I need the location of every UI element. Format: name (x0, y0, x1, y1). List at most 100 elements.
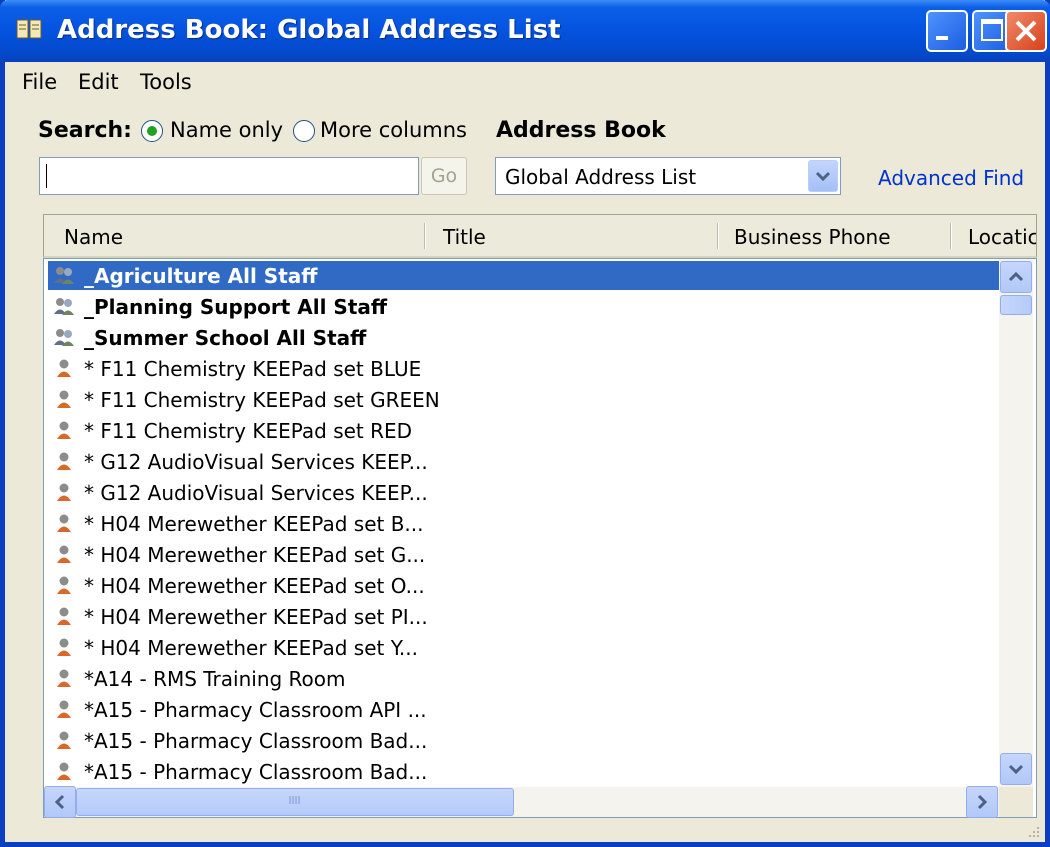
scroll-right-button[interactable] (966, 786, 998, 818)
user-icon (57, 731, 71, 749)
user-icon (57, 607, 71, 625)
group-list-item[interactable]: _Planning Support All Staff (48, 292, 1000, 321)
group-icon (54, 298, 74, 315)
list-item-name: _Planning Support All Staff (84, 295, 388, 319)
list-item-name: * F11 Chemistry KEEPad set GREEN (84, 388, 440, 412)
close-button[interactable] (1005, 10, 1047, 52)
menu-bar: File Edit Tools (5, 62, 1045, 102)
contact-list-item[interactable]: * H04 Merewether KEEPad set PI... (48, 602, 1000, 631)
search-label: Search: (38, 118, 132, 143)
user-icon (57, 762, 71, 780)
horizontal-scrollbar[interactable] (44, 786, 999, 818)
group-list-item[interactable]: _Agriculture All Staff (48, 261, 1000, 290)
column-header: Name Title Business Phone Locatic (43, 214, 1037, 258)
contact-list-item[interactable]: *A15 - Pharmacy Classroom Bad... (48, 726, 1000, 755)
menu-edit[interactable]: Edit (78, 70, 119, 94)
user-icon (57, 514, 71, 532)
list-item-name: _Summer School All Staff (84, 326, 367, 350)
more-columns-label[interactable]: More columns (320, 118, 467, 142)
name-only-radio[interactable] (141, 120, 163, 142)
column-location[interactable]: Locatic (968, 225, 1036, 249)
group-icon (54, 267, 74, 284)
scroll-down-button[interactable] (1000, 753, 1032, 785)
user-icon (57, 421, 71, 439)
name-only-label[interactable]: Name only (170, 118, 283, 142)
window-title: Address Book: Global Address List (57, 15, 561, 45)
contact-list-item[interactable]: *A14 - RMS Training Room (48, 664, 1000, 693)
user-icon (57, 483, 71, 501)
resize-grip-icon[interactable] (1027, 825, 1041, 839)
address-book-select-value: Global Address List (505, 165, 697, 189)
address-list[interactable]: _Agriculture All Staff _Planning Support … (43, 258, 1037, 818)
address-book-select[interactable]: Global Address List (495, 157, 841, 195)
contact-list-item[interactable]: *A15 - Pharmacy Classroom Bad... (48, 757, 1000, 786)
search-input[interactable] (39, 157, 419, 195)
column-divider[interactable] (950, 223, 951, 249)
address-book-window: Address Book: Global Address List File E… (0, 0, 1050, 847)
arrow-down-icon (1008, 764, 1024, 775)
address-book-label: Address Book (496, 118, 666, 143)
user-icon (57, 452, 71, 470)
list-item-name: * H04 Merewether KEEPad set Y... (84, 636, 418, 660)
arrow-up-icon (1008, 271, 1024, 282)
scroll-left-button[interactable] (44, 786, 76, 818)
horizontal-scroll-thumb[interactable] (76, 788, 514, 816)
menu-file[interactable]: File (22, 70, 57, 94)
list-item-name: * H04 Merewether KEEPad set PI... (84, 605, 428, 629)
menu-tools[interactable]: Tools (140, 70, 192, 94)
list-item-name: *A14 - RMS Training Room (84, 667, 346, 691)
close-icon (1015, 20, 1037, 42)
contact-list-item[interactable]: * G12 AudioVisual Services KEEP... (48, 447, 1000, 476)
contact-list-item[interactable]: * H04 Merewether KEEPad set Y... (48, 633, 1000, 662)
radio-selected-dot (147, 126, 157, 136)
user-icon (57, 669, 71, 687)
column-divider[interactable] (424, 223, 425, 249)
minimize-icon (936, 36, 948, 40)
list-item-name: *A15 - Pharmacy Classroom Bad... (84, 729, 428, 753)
arrow-right-icon (977, 794, 988, 810)
contact-list-item[interactable]: * H04 Merewether KEEPad set G... (48, 540, 1000, 569)
list-item-name: * H04 Merewether KEEPad set B... (84, 512, 424, 536)
contact-list-item[interactable]: * F11 Chemistry KEEPad set GREEN (48, 385, 1000, 414)
contact-list-item[interactable]: * H04 Merewether KEEPad set O... (48, 571, 1000, 600)
column-title[interactable]: Title (443, 225, 486, 249)
list-item-name: *A15 - Pharmacy Classroom Bad... (84, 760, 428, 784)
scroll-up-button[interactable] (1000, 261, 1032, 293)
arrow-left-icon (54, 794, 65, 810)
user-icon (57, 359, 71, 377)
contact-list-item[interactable]: * G12 AudioVisual Services KEEP... (48, 478, 1000, 507)
group-icon (54, 329, 74, 346)
advanced-find-link[interactable]: Advanced Find (878, 166, 1024, 190)
list-item-name: *A15 - Pharmacy Classroom API ... (84, 698, 427, 722)
title-bar[interactable]: Address Book: Global Address List (0, 0, 1050, 62)
column-business-phone[interactable]: Business Phone (734, 225, 891, 249)
go-button[interactable]: Go (421, 157, 467, 195)
user-icon (57, 700, 71, 718)
vertical-scrollbar[interactable] (999, 259, 1033, 787)
user-icon (57, 545, 71, 563)
contact-list-item[interactable]: * F11 Chemistry KEEPad set BLUE (48, 354, 1000, 383)
column-divider[interactable] (717, 223, 718, 249)
grip-lines-icon (289, 796, 300, 804)
list-item-name: * H04 Merewether KEEPad set G... (84, 543, 426, 567)
contact-list-item[interactable]: * F11 Chemistry KEEPad set RED (48, 416, 1000, 445)
list-item-name: * G12 AudioVisual Services KEEP... (84, 450, 428, 474)
chevron-down-icon (815, 171, 831, 182)
column-name[interactable]: Name (64, 225, 123, 249)
list-item-name: _Agriculture All Staff (84, 264, 318, 288)
vertical-scroll-thumb[interactable] (1000, 295, 1032, 315)
user-icon (57, 638, 71, 656)
group-list-item[interactable]: _Summer School All Staff (48, 323, 1000, 352)
user-icon (57, 390, 71, 408)
list-item-name: * G12 AudioVisual Services KEEP... (84, 481, 428, 505)
text-caret (46, 164, 47, 188)
list-item-name: * H04 Merewether KEEPad set O... (84, 574, 425, 598)
contact-list-item[interactable]: * H04 Merewether KEEPad set B... (48, 509, 1000, 538)
user-icon (57, 576, 71, 594)
minimize-button[interactable] (926, 10, 968, 52)
dropdown-button[interactable] (808, 160, 838, 192)
more-columns-radio[interactable] (293, 120, 315, 142)
list-item-name: * F11 Chemistry KEEPad set BLUE (84, 357, 422, 381)
list-item-name: * F11 Chemistry KEEPad set RED (84, 419, 413, 443)
contact-list-item[interactable]: *A15 - Pharmacy Classroom API ... (48, 695, 1000, 724)
